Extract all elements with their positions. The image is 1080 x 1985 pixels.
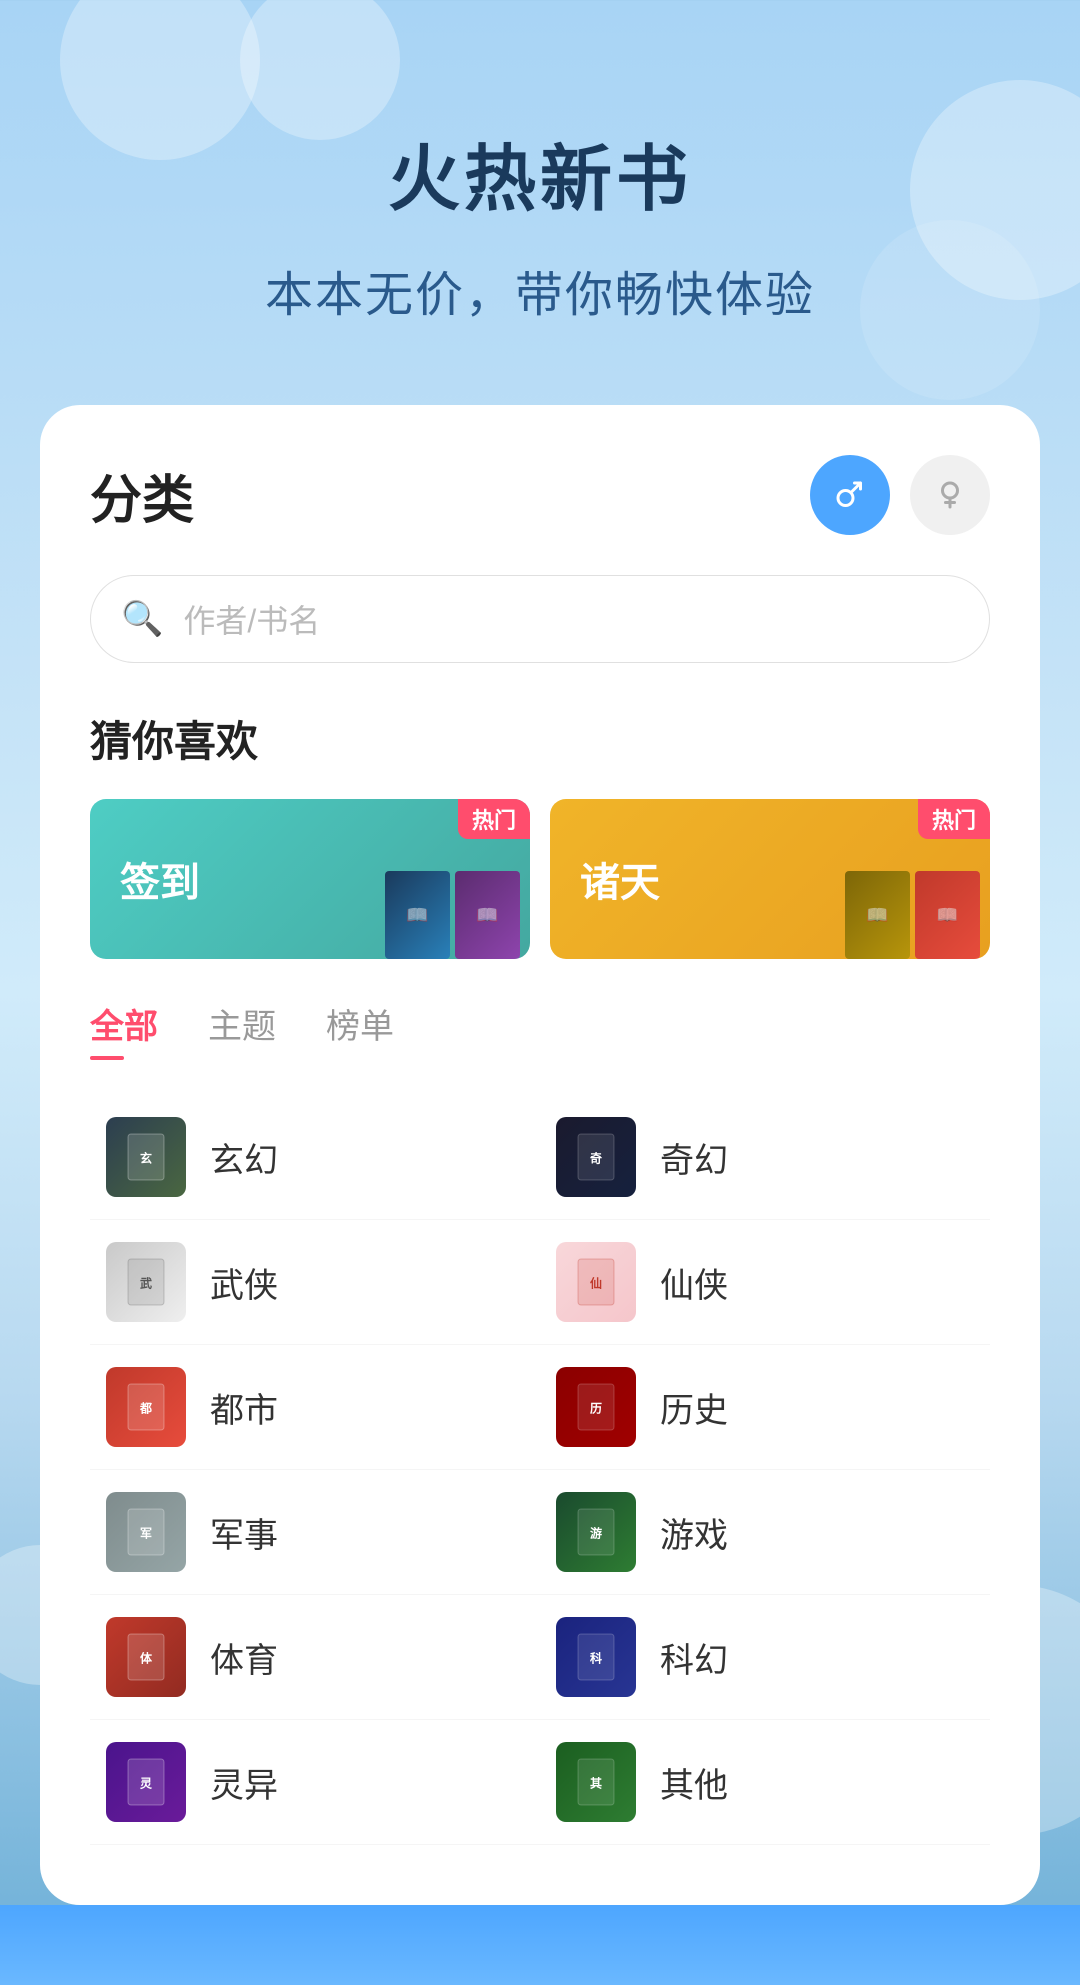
svg-text:游: 游 (590, 1526, 602, 1541)
category-thumb-qita: 其 (556, 1742, 636, 1822)
svg-text:其: 其 (590, 1776, 602, 1791)
category-kehuan[interactable]: 科 科幻 (540, 1595, 990, 1720)
main-title: 火热新书 (60, 120, 1020, 225)
category-qihuan[interactable]: 奇 奇幻 (540, 1095, 990, 1220)
card-title: 分类 (90, 458, 194, 533)
category-name-wuxia: 武侠 (210, 1258, 278, 1307)
category-thumb-tiyu: 体 (106, 1617, 186, 1697)
category-thumb-lishi: 历 (556, 1367, 636, 1447)
featured-card-signin[interactable]: 热门 签到 📖 📖 (90, 799, 530, 959)
category-xianxia[interactable]: 仙 仙侠 (540, 1220, 990, 1345)
category-qita[interactable]: 其 其他 (540, 1720, 990, 1845)
category-junshi[interactable]: 军 军事 (90, 1470, 540, 1595)
svg-text:历: 历 (590, 1402, 602, 1416)
male-gender-button[interactable] (810, 455, 890, 535)
category-thumb-xianxia: 仙 (556, 1242, 636, 1322)
category-name-lishi: 历史 (660, 1383, 728, 1432)
main-card: 分类 🔍 作者/书名 猜你喜欢 热门 签到 (40, 405, 1040, 1905)
svg-text:军: 军 (140, 1526, 152, 1541)
featured-card-world-label: 诸天 (550, 850, 660, 908)
category-wuxia[interactable]: 武 武侠 (90, 1220, 540, 1345)
search-bar[interactable]: 🔍 作者/书名 (90, 575, 990, 663)
category-thumb-youxi: 游 (556, 1492, 636, 1572)
svg-text:武: 武 (140, 1276, 152, 1291)
featured-card-signin-label: 签到 (90, 850, 200, 908)
category-name-youxi: 游戏 (660, 1508, 728, 1557)
svg-text:都: 都 (139, 1401, 152, 1416)
category-dushi[interactable]: 都 都市 (90, 1345, 540, 1470)
category-name-junshi: 军事 (210, 1508, 278, 1557)
svg-text:仙: 仙 (590, 1276, 602, 1291)
svg-text:奇: 奇 (590, 1151, 602, 1166)
svg-text:玄: 玄 (140, 1151, 152, 1166)
category-name-kehuan: 科幻 (660, 1633, 728, 1682)
category-name-xianxia: 仙侠 (660, 1258, 728, 1307)
guess-you-like-title: 猜你喜欢 (90, 708, 990, 769)
category-thumb-wuxia: 武 (106, 1242, 186, 1322)
category-thumb-lingyi: 灵 (106, 1742, 186, 1822)
featured-cards: 热门 签到 📖 📖 热门 诸天 📖 📖 (90, 799, 990, 959)
category-name-xuanhuan: 玄幻 (210, 1133, 278, 1182)
category-youxi[interactable]: 游 游戏 (540, 1470, 990, 1595)
category-lingyi[interactable]: 灵 灵异 (90, 1720, 540, 1845)
tab-all[interactable]: 全部 (90, 999, 158, 1060)
svg-text:科: 科 (590, 1651, 602, 1666)
featured-card-world-books: 📖 📖 (845, 871, 980, 959)
search-icon: 🔍 (121, 599, 163, 639)
category-xuanhuan[interactable]: 玄 玄幻 (90, 1095, 540, 1220)
category-tabs: 全部 主题 榜单 (90, 999, 990, 1060)
bottom-bar (0, 1905, 1080, 1985)
category-grid: 玄 玄幻 奇 奇幻 武 武侠 (90, 1095, 990, 1845)
category-thumb-junshi: 军 (106, 1492, 186, 1572)
featured-card-world[interactable]: 热门 诸天 📖 📖 (550, 799, 990, 959)
category-thumb-kehuan: 科 (556, 1617, 636, 1697)
hot-badge-world: 热门 (918, 799, 990, 839)
tab-ranking[interactable]: 榜单 (326, 999, 394, 1060)
category-lishi[interactable]: 历 历史 (540, 1345, 990, 1470)
gender-buttons (810, 455, 990, 535)
featured-card-signin-books: 📖 📖 (385, 871, 520, 959)
category-name-tiyu: 体育 (210, 1633, 278, 1682)
female-gender-button[interactable] (910, 455, 990, 535)
svg-text:灵: 灵 (140, 1776, 153, 1791)
category-tiyu[interactable]: 体 体育 (90, 1595, 540, 1720)
search-placeholder: 作者/书名 (183, 596, 320, 642)
card-header: 分类 (90, 455, 990, 535)
tab-theme[interactable]: 主题 (208, 999, 276, 1060)
sub-title: 本本无价，带你畅快体验 (60, 255, 1020, 325)
header-section: 火热新书 本本无价，带你畅快体验 (0, 0, 1080, 385)
category-thumb-dushi: 都 (106, 1367, 186, 1447)
hot-badge-signin: 热门 (458, 799, 530, 839)
category-name-qita: 其他 (660, 1758, 728, 1807)
svg-text:体: 体 (140, 1651, 153, 1666)
category-name-dushi: 都市 (210, 1383, 278, 1432)
category-thumb-xuanhuan: 玄 (106, 1117, 186, 1197)
category-name-lingyi: 灵异 (210, 1758, 278, 1807)
category-name-qihuan: 奇幻 (660, 1133, 728, 1182)
category-thumb-qihuan: 奇 (556, 1117, 636, 1197)
